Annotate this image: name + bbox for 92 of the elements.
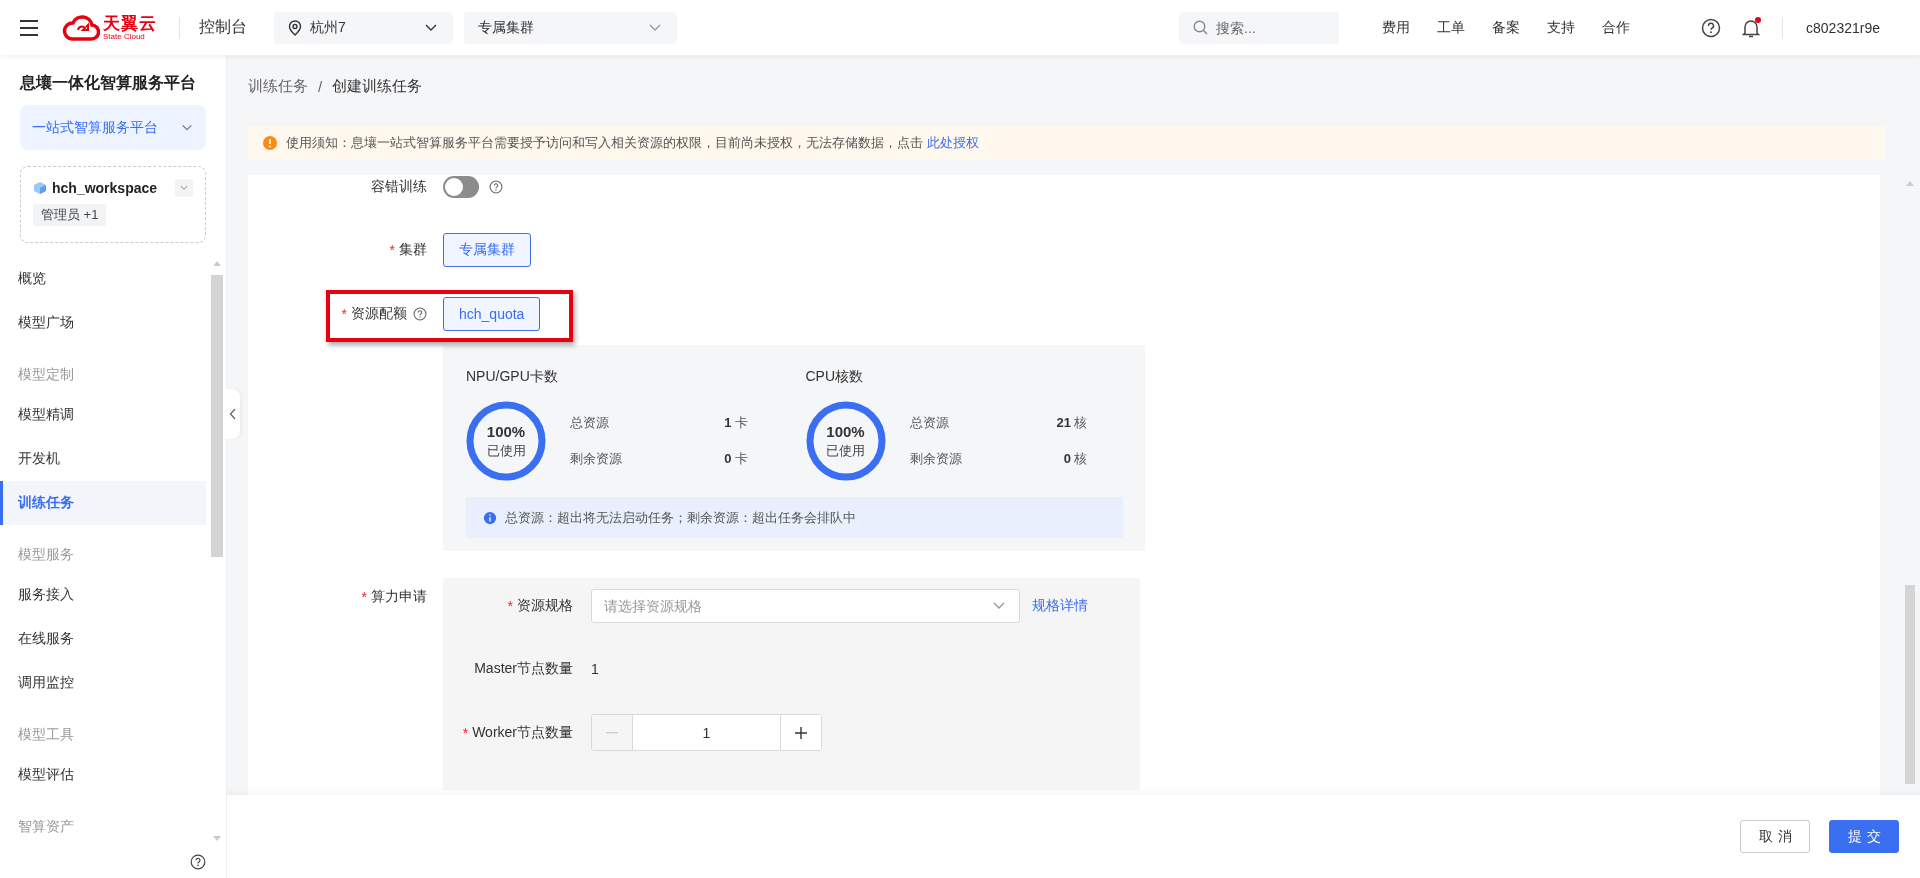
required-mark: * xyxy=(389,242,395,258)
nav-item[interactable]: 服务接入 xyxy=(0,573,206,617)
help-icon[interactable] xyxy=(1701,17,1722,38)
field-value: 1 xyxy=(591,661,599,677)
breadcrumb-item[interactable]: 训练任务 xyxy=(248,76,308,96)
required-mark: * xyxy=(341,306,347,322)
nav-group-label: 模型定制 xyxy=(17,365,75,384)
field-label: Worker节点数量 xyxy=(472,723,573,742)
scrollbar-thumb[interactable] xyxy=(1905,585,1915,784)
stat-label: 剩余资源 xyxy=(909,450,962,468)
nav-item[interactable]: 模型评估 xyxy=(0,753,206,797)
plus-icon xyxy=(794,725,808,740)
nav-group-label: 模型工具 xyxy=(17,725,75,744)
stat-value: 0 卡 xyxy=(724,450,748,468)
spec-details-link[interactable]: 规格详情 xyxy=(1032,597,1088,615)
bell-icon[interactable] xyxy=(1742,17,1761,38)
breadcrumb-separator: / xyxy=(318,77,323,95)
region-select[interactable]: 杭州7 xyxy=(274,11,453,44)
nav-item[interactable]: 调用监控 xyxy=(0,661,206,705)
worker-count-input[interactable]: 1 xyxy=(632,715,781,750)
nav-item[interactable]: 在线服务 xyxy=(0,617,206,661)
stat-value: 21 核 xyxy=(1056,414,1088,432)
cluster-select[interactable]: 专属集群 xyxy=(464,11,677,44)
field-label: 容错训练 xyxy=(371,178,427,196)
location-pin-icon xyxy=(288,19,302,36)
required-mark: * xyxy=(361,589,367,605)
spec-input[interactable]: 请选择资源规格 xyxy=(604,598,991,614)
chevron-left-icon xyxy=(229,408,237,420)
field-label: 算力申请 xyxy=(371,588,427,606)
stat-value: 1 卡 xyxy=(724,414,748,432)
authorize-link[interactable]: 此处授权 xyxy=(926,135,979,150)
search-input[interactable]: 搜索... xyxy=(1216,19,1327,36)
console-title: 控制台 xyxy=(199,17,247,37)
nav-link[interactable]: 备案 xyxy=(1492,18,1521,37)
cube-icon xyxy=(33,181,47,195)
toggle-switch[interactable] xyxy=(443,176,479,198)
nav-link[interactable]: 支持 xyxy=(1547,18,1576,37)
field-label: 资源规格 xyxy=(517,597,573,615)
workspace-name[interactable]: hch_workspace xyxy=(52,180,170,196)
nav-item[interactable]: 概览 xyxy=(0,257,206,301)
nav-group-label: 模型服务 xyxy=(17,545,75,564)
collapse-handle[interactable] xyxy=(226,389,240,439)
breadcrumb-item: 创建训练任务 xyxy=(332,76,423,96)
chevron-down-icon xyxy=(179,183,189,193)
stat-label: 总资源 xyxy=(909,414,949,432)
nav-item[interactable]: 模型广场 xyxy=(0,301,206,345)
usage-percent: 100% xyxy=(486,422,526,440)
stat-value: 0 核 xyxy=(1063,450,1088,468)
nav-link[interactable]: 费用 xyxy=(1382,18,1411,37)
stat-label: 总资源 xyxy=(570,414,609,432)
nav-item[interactable]: 训练任务 xyxy=(0,481,206,525)
platform-title: 息壤一体化智算服务平台 xyxy=(20,73,197,93)
option-button[interactable]: 专属集群 xyxy=(443,233,531,267)
warning-icon xyxy=(262,135,278,151)
required-mark: * xyxy=(507,598,513,614)
usage-percent: 100% xyxy=(826,422,865,440)
resource-title: NPU/GPU卡数 xyxy=(466,368,559,386)
help-icon[interactable] xyxy=(489,180,503,194)
help-icon[interactable] xyxy=(190,853,206,870)
tip-text: 总资源：超出将无法启动任务；剩余资源：超出任务会排队中 xyxy=(505,508,856,527)
nav-item[interactable]: 模型精调 xyxy=(0,393,206,437)
search-field[interactable]: 搜索... xyxy=(1179,11,1340,44)
submit-button[interactable]: 提交 xyxy=(1829,820,1899,853)
option-button[interactable]: hch_quota xyxy=(443,297,541,331)
cancel-button[interactable]: 取消 xyxy=(1740,820,1810,853)
stat-label: 剩余资源 xyxy=(570,450,622,468)
minus-icon xyxy=(606,731,618,734)
cloud-logo-icon xyxy=(62,13,100,42)
nav-group-label: 智算资产 xyxy=(17,817,75,836)
usage-label: 已使用 xyxy=(826,441,865,460)
nav-link[interactable]: 合作 xyxy=(1602,18,1631,37)
info-icon xyxy=(483,510,497,525)
logo-text: 天翼云 xyxy=(103,14,157,32)
usage-label: 已使用 xyxy=(486,441,526,460)
notice-text: 使用须知：息壤一站式智算服务平台需要授予访问和写入相关资源的权限，目前尚未授权，无法存储数据，点击 此处授权 xyxy=(286,134,979,152)
search-icon xyxy=(1193,20,1209,35)
field-label: 资源配额 xyxy=(351,305,407,323)
number-stepper[interactable]: 1 xyxy=(591,714,822,751)
nav-link[interactable]: 工单 xyxy=(1437,18,1466,37)
role-tag: 管理员 +1 xyxy=(33,204,107,226)
nav-item[interactable]: 开发机 xyxy=(0,437,206,481)
logo-subtitle: State Cloud xyxy=(103,32,145,41)
user-name[interactable]: c802321r9e xyxy=(1806,19,1880,36)
field-label: Master节点数量 xyxy=(474,660,573,678)
menu-icon[interactable] xyxy=(19,18,39,37)
help-icon[interactable] xyxy=(413,307,427,321)
platform-select[interactable]: 一站式智算服务平台 xyxy=(20,105,206,150)
scrollbar-thumb[interactable] xyxy=(211,275,223,557)
spec-select[interactable]: 请选择资源规格 xyxy=(591,589,1020,623)
required-mark: * xyxy=(462,724,469,741)
resource-title: CPU核数 xyxy=(805,368,865,386)
field-label: 集群 xyxy=(399,241,427,259)
